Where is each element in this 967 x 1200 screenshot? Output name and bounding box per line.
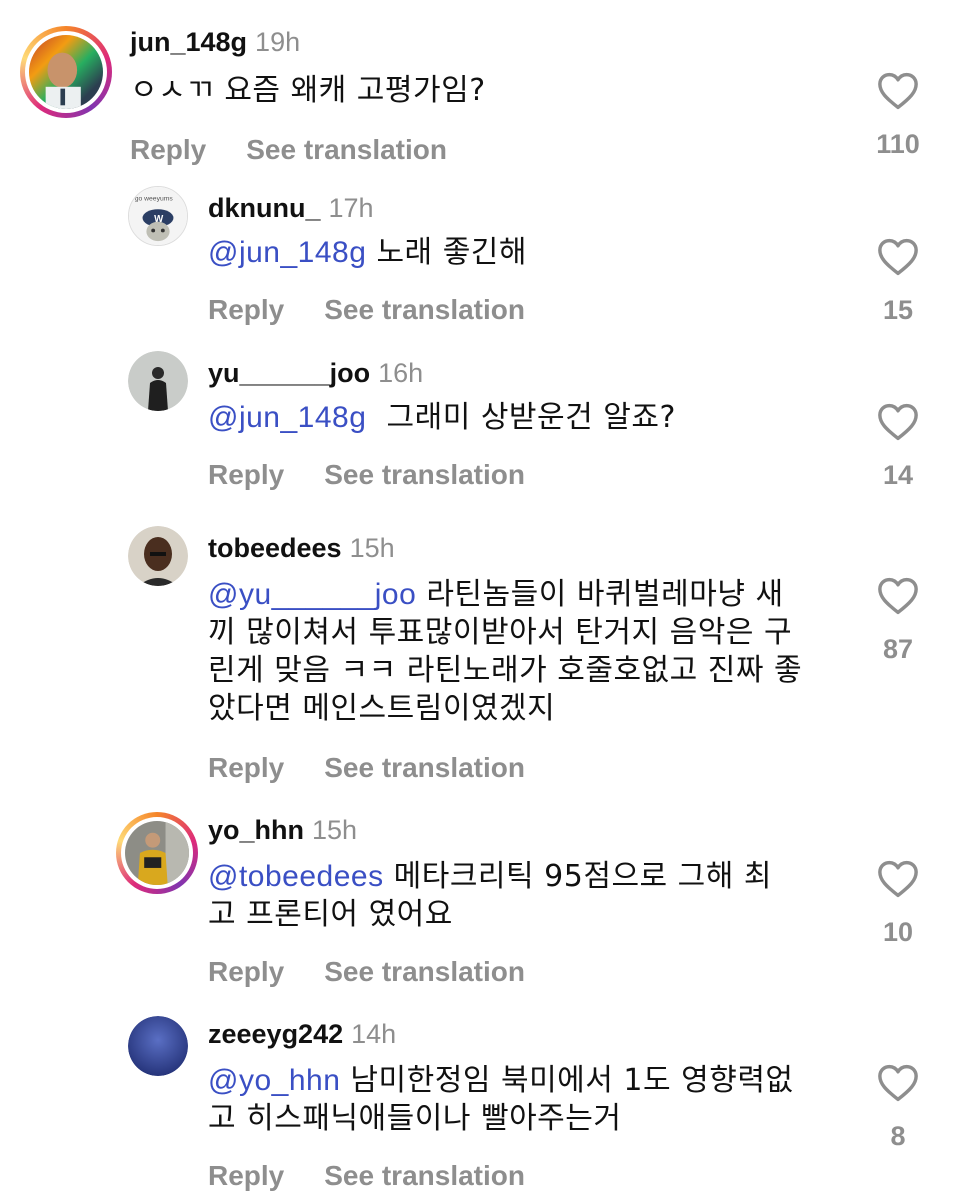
- heart-icon[interactable]: [877, 860, 919, 898]
- like-count: 110: [876, 129, 920, 159]
- comment-username[interactable]: jun_148g: [130, 27, 247, 57]
- like-count: 10: [882, 917, 914, 947]
- comment-text: @jun_148g 그래미 상받운건 알죠?: [208, 399, 676, 437]
- see-translation-button[interactable]: See translation: [324, 294, 525, 325]
- comment-text: @tobeedees 메타크리틱 95점으로 그해 최 고 프론티어 였어요: [208, 858, 848, 934]
- avatar[interactable]: [128, 526, 188, 586]
- avatar[interactable]: [116, 812, 198, 894]
- comment-text: @yo_hhn 남미한정임 북미에서 1도 영향력없 고 히스패닉애들이나 빨아…: [208, 1062, 848, 1138]
- like-count: 14: [882, 460, 914, 490]
- like-control: 110: [858, 72, 938, 160]
- mention-link[interactable]: @jun_148g: [208, 236, 366, 269]
- comment-username[interactable]: tobeedees: [208, 533, 342, 563]
- reply-button[interactable]: Reply: [208, 1160, 284, 1191]
- reply-item: go weeyums W dknunu_ 17h @jun_148g 노래 좋긴해…: [0, 180, 967, 345]
- see-translation-button[interactable]: See translation: [324, 752, 525, 783]
- comment-timestamp: 14h: [351, 1019, 397, 1049]
- like-control: 87: [858, 577, 938, 665]
- baby-photo-avatar-icon: [29, 35, 103, 109]
- comment-username[interactable]: yu______joo: [208, 358, 370, 388]
- blue-sky-avatar-icon: [128, 1016, 188, 1076]
- mention-link[interactable]: @tobeedees: [208, 860, 384, 893]
- reply-button[interactable]: Reply: [208, 294, 284, 325]
- comment-timestamp: 17h: [328, 193, 374, 223]
- comment-body: 그래미 상받운건 알죠?: [366, 400, 676, 435]
- avatar[interactable]: [20, 26, 112, 118]
- comment-body: 노래 좋긴해: [366, 235, 527, 270]
- comment-username[interactable]: zeeeyg242: [208, 1019, 343, 1049]
- like-count: 8: [890, 1121, 906, 1151]
- see-translation-button[interactable]: See translation: [324, 459, 525, 490]
- reply-item: yu______joo 16h @jun_148g 그래미 상받운건 알죠? Re…: [0, 345, 967, 520]
- like-count: 15: [882, 295, 914, 325]
- comment-timestamp: 15h: [349, 533, 395, 563]
- reply-button[interactable]: Reply: [208, 459, 284, 490]
- avatar[interactable]: [128, 351, 188, 411]
- comment-username[interactable]: dknunu_: [208, 193, 321, 223]
- jersey-person-avatar-icon: [125, 821, 189, 885]
- comment-timestamp: 16h: [378, 358, 424, 388]
- avatar[interactable]: go weeyums W: [128, 186, 188, 246]
- cap-cat-avatar-icon: go weeyums W: [129, 187, 187, 245]
- like-control: 14: [858, 403, 938, 491]
- heart-icon[interactable]: [877, 238, 919, 276]
- comment-text: @jun_148g 노래 좋긴해: [208, 234, 527, 272]
- like-count: 87: [882, 634, 914, 664]
- reply-button[interactable]: Reply: [208, 956, 284, 987]
- reply-item: tobeedees 15h @yu______joo 라틴놈들이 바퀴벌레마냥 새…: [0, 520, 967, 810]
- comment-body: ㅇㅅㄲ 요즘 왜캐 고평가임?: [130, 73, 486, 108]
- svg-text:go weeyums: go weeyums: [135, 196, 174, 203]
- reply-button[interactable]: Reply: [130, 134, 206, 165]
- mention-link[interactable]: @yo_hhn: [208, 1064, 340, 1097]
- reply-button[interactable]: Reply: [208, 752, 284, 783]
- reply-item: zeeeyg242 14h @yo_hhn 남미한정임 북미에서 1도 영향력없 …: [0, 1010, 967, 1200]
- like-control: 15: [858, 238, 938, 326]
- heart-icon[interactable]: [877, 72, 919, 110]
- mention-link[interactable]: @yu______joo: [208, 578, 416, 611]
- heart-icon[interactable]: [877, 403, 919, 441]
- heart-icon[interactable]: [877, 1064, 919, 1102]
- avatar[interactable]: [128, 1016, 188, 1076]
- like-control: 10: [858, 860, 938, 948]
- see-translation-button[interactable]: See translation: [324, 956, 525, 987]
- man-portrait-avatar-icon: [128, 526, 188, 586]
- reply-item: yo_hhn 15h @tobeedees 메타크리틱 95점으로 그해 최 고 …: [0, 810, 967, 1010]
- heart-icon[interactable]: [877, 577, 919, 615]
- mention-link[interactable]: @jun_148g: [208, 401, 366, 434]
- comment-text: @yu______joo 라틴놈들이 바퀴벌레마냥 새 끼 많이쳐서 투표많이받…: [208, 576, 848, 728]
- comment-username[interactable]: yo_hhn: [208, 815, 304, 845]
- like-control: 8: [858, 1064, 938, 1152]
- comment-item: jun_148g 19h ㅇㅅㄲ 요즘 왜캐 고평가임? Reply See tra…: [0, 0, 967, 180]
- see-translation-button[interactable]: See translation: [246, 134, 447, 165]
- comment-timestamp: 15h: [312, 815, 358, 845]
- dark-figure-avatar-icon: [128, 351, 188, 411]
- see-translation-button[interactable]: See translation: [324, 1160, 525, 1191]
- comment-timestamp: 19h: [255, 27, 301, 57]
- comment-text: ㅇㅅㄲ 요즘 왜캐 고평가임?: [130, 72, 486, 110]
